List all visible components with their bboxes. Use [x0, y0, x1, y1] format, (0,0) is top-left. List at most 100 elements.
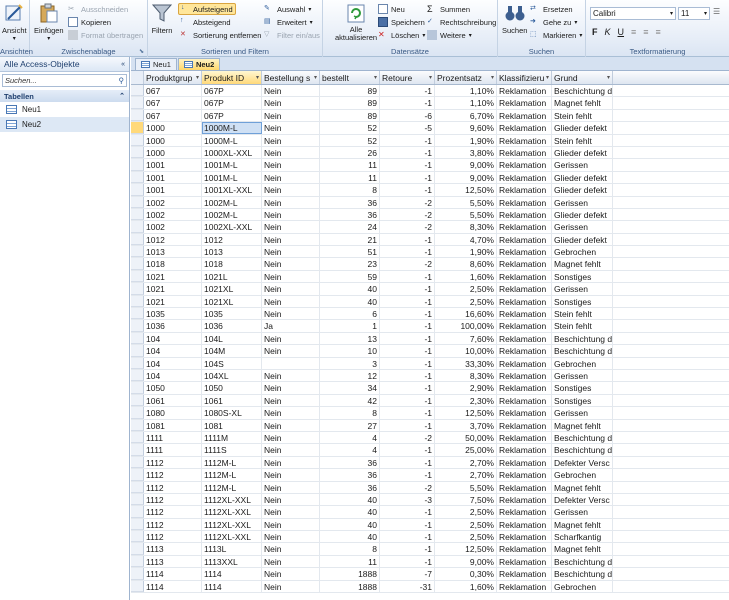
section-collapse-icon[interactable]: ⌃ — [119, 92, 125, 100]
row-selector[interactable] — [131, 431, 144, 444]
align-left-icon[interactable]: ≡ — [631, 27, 636, 37]
table-cell[interactable]: 1111S — [202, 444, 262, 456]
table-cell[interactable]: 1001 — [144, 159, 202, 171]
table-cell[interactable]: Nein — [262, 407, 320, 419]
row-selector[interactable] — [131, 518, 144, 531]
table-cell[interactable]: 1112 — [144, 456, 202, 469]
table-cell[interactable]: Gerissen — [552, 196, 613, 208]
table-cell[interactable]: Stein fehlt — [552, 308, 613, 320]
table-row[interactable]: 1080 1080S-XL Nein 8 -1 12,50% Reklamation Geri… — [131, 407, 729, 420]
table-cell[interactable]: -1 — [380, 531, 435, 543]
table-cell[interactable]: Nein — [262, 270, 320, 283]
format-painter-button[interactable]: Format übertragen — [68, 29, 143, 41]
row-selector[interactable] — [131, 283, 144, 295]
table-cell[interactable]: Reklamation — [497, 555, 552, 568]
table-cell[interactable]: Nein — [262, 345, 320, 357]
table-cell[interactable]: -2 — [380, 196, 435, 208]
table-cell[interactable]: Reklamation — [497, 295, 552, 308]
table-cell[interactable]: 1000 — [144, 122, 202, 134]
spelling-button[interactable]: ✓ Rechtschreibung — [427, 16, 496, 28]
table-cell[interactable]: 1081 — [144, 419, 202, 431]
table-cell[interactable]: Reklamation — [497, 246, 552, 258]
table-row[interactable]: 1000 1000M-L Nein 52 -1 1,90% Reklamation Stein… — [131, 134, 729, 147]
table-cell[interactable]: 11 — [320, 555, 380, 568]
table-cell[interactable]: 3,80% — [435, 146, 497, 159]
table-cell[interactable]: 104 — [144, 332, 202, 345]
table-cell[interactable]: 1081 — [202, 419, 262, 431]
table-row[interactable]: 1021 1021XL Nein 40 -1 2,50% Reklamation Sonsti… — [131, 295, 729, 309]
advanced-filter-button[interactable]: ▤ Erweitert ▾ — [264, 16, 313, 28]
row-selector[interactable] — [131, 394, 144, 407]
table-cell[interactable]: 89 — [320, 85, 380, 97]
table-cell[interactable]: 2,30% — [435, 394, 497, 407]
column-header-1[interactable]: Produkt ID ▾ — [202, 71, 262, 84]
table-cell[interactable]: 40 — [320, 295, 380, 308]
table-cell[interactable]: Beschichtung d — [552, 345, 613, 357]
table-cell[interactable]: Reklamation — [497, 456, 552, 469]
table-cell[interactable]: 1000 — [144, 134, 202, 146]
table-cell[interactable]: Gerissen — [552, 407, 613, 419]
column-header-2[interactable]: Bestellung s ▾ — [262, 71, 320, 84]
table-cell[interactable]: 6,70% — [435, 109, 497, 122]
table-row[interactable]: 1018 1018 Nein 23 -2 8,60% Reklamation Magnet f… — [131, 258, 729, 271]
table-row[interactable]: 1112 1112XL-XXL Nein 40 -3 7,50% Reklamation De… — [131, 493, 729, 507]
table-cell[interactable]: Nein — [262, 295, 320, 308]
table-cell[interactable]: Nein — [262, 196, 320, 208]
table-cell[interactable]: -1 — [380, 394, 435, 407]
align-right-icon[interactable]: ≡ — [656, 27, 661, 37]
table-cell[interactable]: Nein — [262, 493, 320, 506]
table-cell[interactable]: Nein — [262, 543, 320, 555]
table-cell[interactable]: Nein — [262, 122, 320, 134]
table-row[interactable]: 1035 1035 Nein 6 -1 16,60% Reklamation Stein fe… — [131, 308, 729, 321]
table-cell[interactable]: 1061 — [144, 394, 202, 407]
table-cell[interactable]: 2,50% — [435, 283, 497, 295]
row-selector[interactable] — [131, 419, 144, 431]
table-cell[interactable]: 1,10% — [435, 97, 497, 109]
table-cell[interactable]: Stein fehlt — [552, 134, 613, 146]
table-cell[interactable]: -1 — [380, 233, 435, 246]
table-cell[interactable]: -1 — [380, 171, 435, 184]
column-dropdown-icon[interactable]: ▾ — [546, 74, 549, 81]
totals-button[interactable]: Σ Summen — [427, 3, 470, 15]
table-cell[interactable]: 1012 — [144, 233, 202, 246]
table-cell[interactable]: Reklamation — [497, 419, 552, 431]
table-cell[interactable]: 1,60% — [435, 580, 497, 593]
table-cell[interactable]: Reklamation — [497, 345, 552, 357]
table-cell[interactable]: 1002XL-XXL — [202, 221, 262, 233]
table-cell[interactable]: 067P — [202, 97, 262, 109]
table-cell[interactable]: 36 — [320, 196, 380, 208]
table-cell[interactable]: 12,50% — [435, 184, 497, 196]
table-cell[interactable]: 12,50% — [435, 543, 497, 555]
table-cell[interactable]: Nein — [262, 97, 320, 109]
table-cell[interactable]: -2 — [380, 481, 435, 493]
table-cell[interactable]: 36 — [320, 481, 380, 493]
table-row[interactable]: 067 067P Nein 89 -6 6,70% Reklamation Stein feh… — [131, 109, 729, 123]
table-cell[interactable]: 1111 — [144, 444, 202, 456]
table-cell[interactable]: 27 — [320, 419, 380, 431]
table-cell[interactable]: 8 — [320, 407, 380, 419]
table-cell[interactable]: 1114 — [144, 568, 202, 580]
table-cell[interactable]: 067P — [202, 85, 262, 97]
table-cell[interactable]: 59 — [320, 270, 380, 283]
row-selector[interactable] — [131, 85, 144, 97]
table-cell[interactable]: 1112 — [144, 531, 202, 543]
row-selector[interactable] — [131, 444, 144, 456]
row-selector[interactable] — [131, 308, 144, 320]
table-cell[interactable]: Nein — [262, 506, 320, 518]
table-cell[interactable]: 1061 — [202, 394, 262, 407]
table-row[interactable]: 1112 1112XL-XXL Nein 40 -1 2,50% Reklamation Sc… — [131, 531, 729, 544]
table-cell[interactable]: 1013 — [144, 246, 202, 258]
column-header-3[interactable]: bestellt ▾ — [320, 71, 380, 84]
tab-neu2[interactable]: Neu2 — [177, 58, 221, 70]
table-cell[interactable]: 36 — [320, 469, 380, 481]
table-cell[interactable]: Nein — [262, 159, 320, 171]
table-cell[interactable]: 1021XL — [202, 295, 262, 308]
bold-button[interactable]: F — [592, 27, 598, 37]
table-cell[interactable]: -1 — [380, 270, 435, 283]
table-cell[interactable]: Reklamation — [497, 258, 552, 270]
table-cell[interactable]: 1112M-L — [202, 469, 262, 481]
table-cell[interactable]: 40 — [320, 506, 380, 518]
table-cell[interactable]: Reklamation — [497, 431, 552, 444]
row-selector[interactable] — [131, 122, 144, 134]
column-header-5[interactable]: Prozentsatz ▾ — [435, 71, 497, 84]
